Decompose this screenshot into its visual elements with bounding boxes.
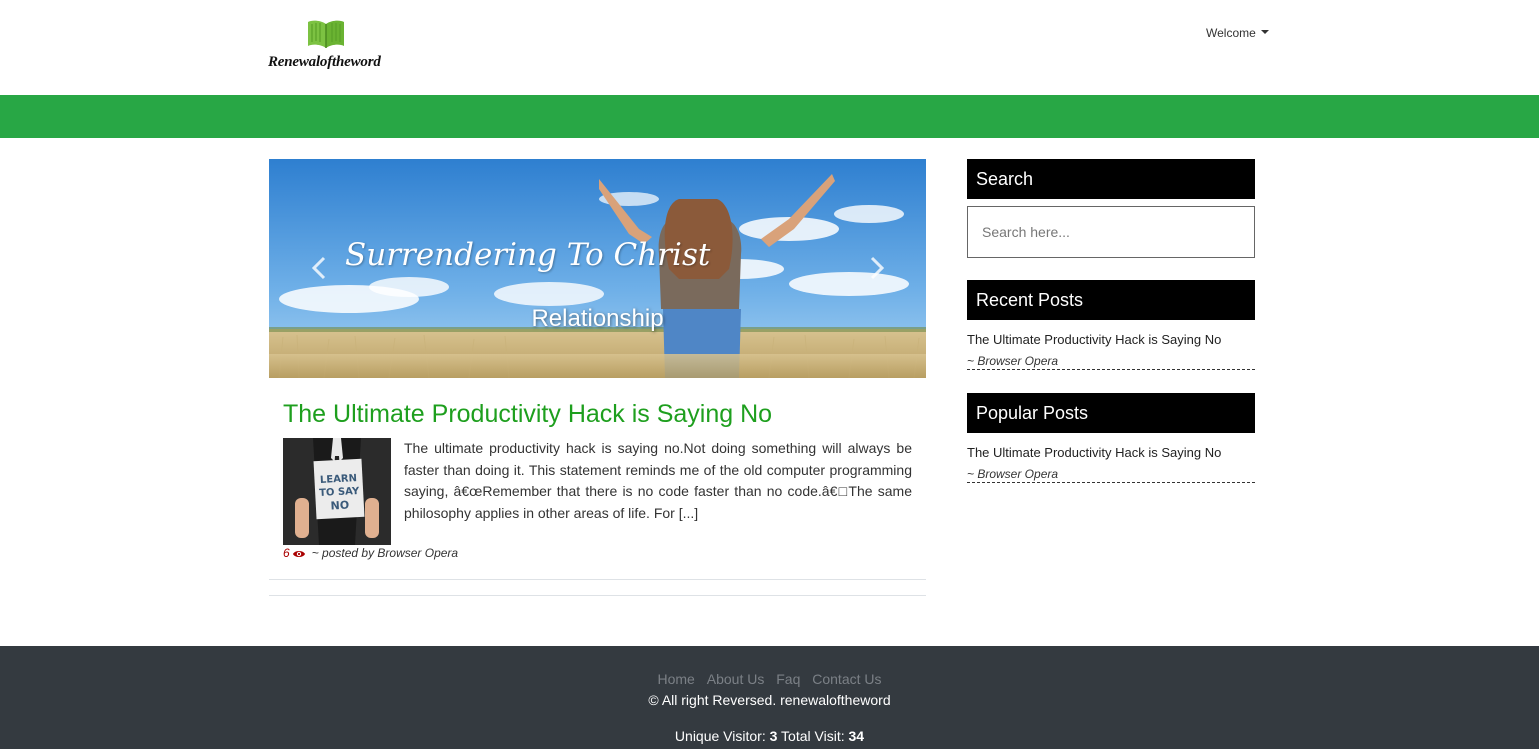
- recent-post-title[interactable]: The Ultimate Productivity Hack is Saying…: [967, 332, 1255, 347]
- post-title[interactable]: The Ultimate Productivity Hack is Saying…: [283, 400, 772, 429]
- site-footer: Home About Us Faq Contact Us © All right…: [0, 646, 1539, 749]
- post-meta: 6 ~ posted by Browser Opera: [283, 546, 458, 560]
- divider: [269, 579, 926, 580]
- recent-post-item[interactable]: The Ultimate Productivity Hack is Saying…: [967, 332, 1255, 370]
- footer-link-home[interactable]: Home: [658, 671, 695, 687]
- recent-post-author: ~ Browser Opera: [967, 354, 1059, 368]
- search-heading: Search: [967, 159, 1255, 199]
- site-logo[interactable]: Renewaloftheword: [268, 18, 388, 74]
- popular-posts-heading: Popular Posts: [967, 393, 1255, 433]
- view-count: 6: [283, 546, 290, 560]
- svg-text:TO SAY: TO SAY: [319, 486, 360, 499]
- unique-visitor-value: 3: [769, 728, 778, 744]
- nav-bar: [0, 95, 1539, 138]
- popular-post-title[interactable]: The Ultimate Productivity Hack is Saying…: [967, 445, 1255, 460]
- book-icon: [308, 20, 344, 48]
- footer-nav: Home About Us Faq Contact Us: [0, 671, 1539, 687]
- total-visit-value: 34: [848, 728, 865, 744]
- recent-posts-heading: Recent Posts: [967, 280, 1255, 320]
- site-header: Renewaloftheword Welcome: [0, 0, 1539, 95]
- caret-down-icon: [1260, 30, 1269, 34]
- footer-link-about[interactable]: About Us: [707, 671, 765, 687]
- search-input[interactable]: [967, 206, 1255, 258]
- hero-carousel: Surrendering To Christ Relationship: [269, 159, 926, 378]
- carousel-headline: Surrendering To Christ: [345, 237, 711, 273]
- popular-post-author: ~ Browser Opera: [967, 467, 1059, 481]
- chevron-right-icon[interactable]: [867, 255, 887, 281]
- post-thumbnail[interactable]: LEARN TO SAY NO: [283, 438, 391, 545]
- chevron-left-icon[interactable]: [309, 255, 329, 281]
- post-byline: ~ posted by Browser Opera: [311, 546, 459, 560]
- eye-icon: [292, 551, 305, 557]
- total-visit-label: Total Visit:: [781, 728, 845, 744]
- post-excerpt: The ultimate productivity hack is saying…: [404, 440, 912, 521]
- popular-post-item[interactable]: The Ultimate Productivity Hack is Saying…: [967, 445, 1255, 483]
- welcome-label: Welcome: [1206, 26, 1256, 40]
- welcome-dropdown[interactable]: Welcome: [1206, 26, 1269, 40]
- footer-link-contact[interactable]: Contact Us: [812, 671, 881, 687]
- visitor-stats: Unique Visitor: 3 Total Visit: 34: [0, 728, 1539, 744]
- footer-link-faq[interactable]: Faq: [776, 671, 800, 687]
- carousel-caption: Relationship: [531, 305, 664, 332]
- divider: [269, 595, 926, 596]
- copyright-text: © All right Reversed. renewaloftheword: [648, 692, 891, 708]
- unique-visitor-label: Unique Visitor:: [674, 728, 766, 744]
- svg-text:LEARN: LEARN: [320, 473, 358, 486]
- logo-text: Renewaloftheword: [268, 54, 381, 70]
- svg-text:NO: NO: [330, 499, 349, 513]
